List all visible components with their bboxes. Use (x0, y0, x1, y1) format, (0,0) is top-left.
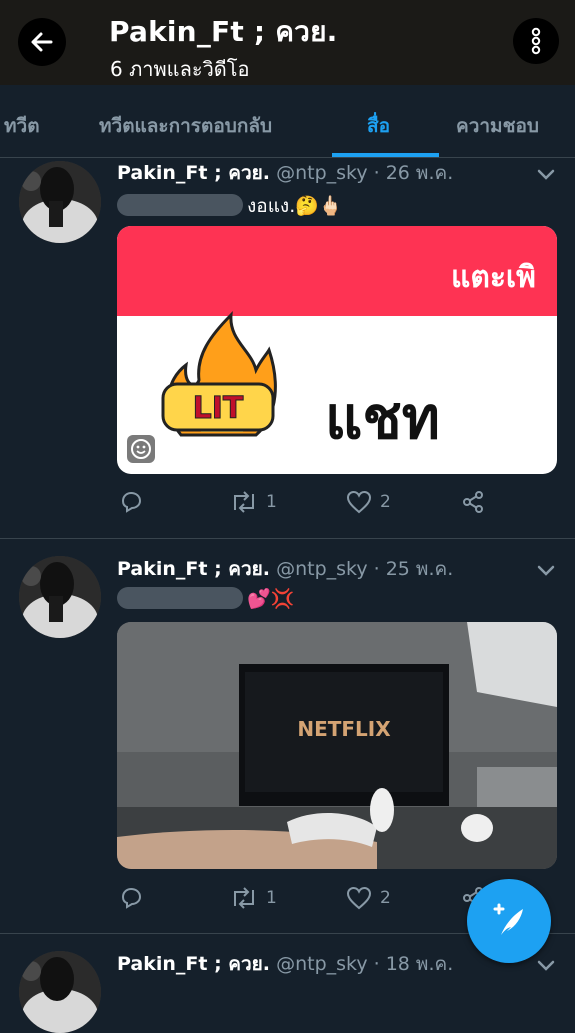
display-name[interactable]: Pakin_Ft ; ควย. (117, 162, 270, 184)
handle-date: @ntp_sky · 25 พ.ค. (276, 558, 454, 580)
sticker-badge[interactable] (127, 435, 155, 463)
display-name[interactable]: Pakin_Ft ; ควย. (117, 953, 270, 975)
smiley-icon (131, 439, 151, 459)
reply-icon (121, 491, 142, 513)
avatar[interactable] (19, 556, 101, 638)
tab-tweets[interactable]: ทวีต (4, 111, 40, 141)
like-icon (346, 490, 372, 514)
tweet-text: 💕💢 (247, 588, 295, 610)
tab-tweets-and-replies[interactable]: ทวีตและการตอบกลับ (99, 111, 272, 141)
like-icon (346, 886, 372, 910)
tab-likes[interactable]: ความชอบ (456, 111, 539, 141)
retweet-count: 1 (266, 888, 277, 908)
like-count: 2 (380, 492, 391, 512)
mention-blurred[interactable] (117, 194, 243, 216)
like-button[interactable]: 2 (346, 886, 391, 910)
active-tab-indicator (332, 153, 439, 157)
like-count: 2 (380, 888, 391, 908)
retweet-count: 1 (266, 492, 277, 512)
chevron-down-icon[interactable] (536, 167, 556, 181)
handle-date: @ntp_sky · 26 พ.ค. (276, 162, 454, 184)
share-icon (463, 491, 483, 513)
reply-button[interactable] (119, 886, 143, 910)
retweet-icon (234, 491, 254, 513)
tweet-actions: 1 2 (0, 490, 575, 520)
chevron-down-icon[interactable] (536, 958, 556, 972)
more-options-button[interactable] (513, 18, 559, 64)
top-app-bar: Pakin_Ft ; ควย. 6 ภาพและวิดีโอ (0, 0, 575, 85)
media-banner-text: แตะเพิ (451, 260, 536, 295)
reply-icon (121, 887, 142, 909)
retweet-button[interactable]: 1 (230, 490, 277, 514)
netflix-photo: NETFLIX (117, 622, 557, 869)
tab-media[interactable]: สื่อ (367, 111, 390, 141)
reply-button[interactable] (119, 490, 143, 514)
media-label: แชท (325, 384, 440, 452)
avatar[interactable] (19, 951, 101, 1033)
tweet-text: งอแง.🤔🖕🏻 (247, 195, 343, 217)
tweet-media[interactable]: แตะเพิ LIT แชท (117, 226, 557, 474)
share-button[interactable] (461, 490, 485, 514)
tweet-divider (0, 538, 575, 539)
media-count: 6 ภาพและวิดีโอ (110, 57, 250, 81)
tweet-media[interactable]: NETFLIX (117, 622, 557, 869)
profile-tabs: ทวีต ทวีตและการตอบกลับ สื่อ ความชอบ (0, 85, 575, 158)
more-vertical-icon (531, 27, 541, 55)
back-arrow-icon (31, 32, 53, 52)
like-button[interactable]: 2 (346, 490, 391, 514)
retweet-icon (234, 887, 254, 909)
display-name[interactable]: Pakin_Ft ; ควย. (117, 558, 270, 580)
avatar[interactable] (19, 161, 101, 243)
retweet-button[interactable]: 1 (230, 886, 277, 910)
lit-text: LIT (193, 391, 244, 426)
compose-tweet-button[interactable] (467, 879, 551, 963)
chevron-down-icon[interactable] (536, 563, 556, 577)
handle-date: @ntp_sky · 18 พ.ค. (276, 953, 454, 975)
mention-blurred[interactable] (117, 587, 243, 609)
compose-icon (493, 903, 523, 935)
profile-title: Pakin_Ft ; ควย. (109, 15, 338, 48)
fire-sticker: LIT (161, 311, 277, 437)
back-button[interactable] (18, 18, 66, 66)
netflix-logo-text: NETFLIX (297, 717, 391, 741)
